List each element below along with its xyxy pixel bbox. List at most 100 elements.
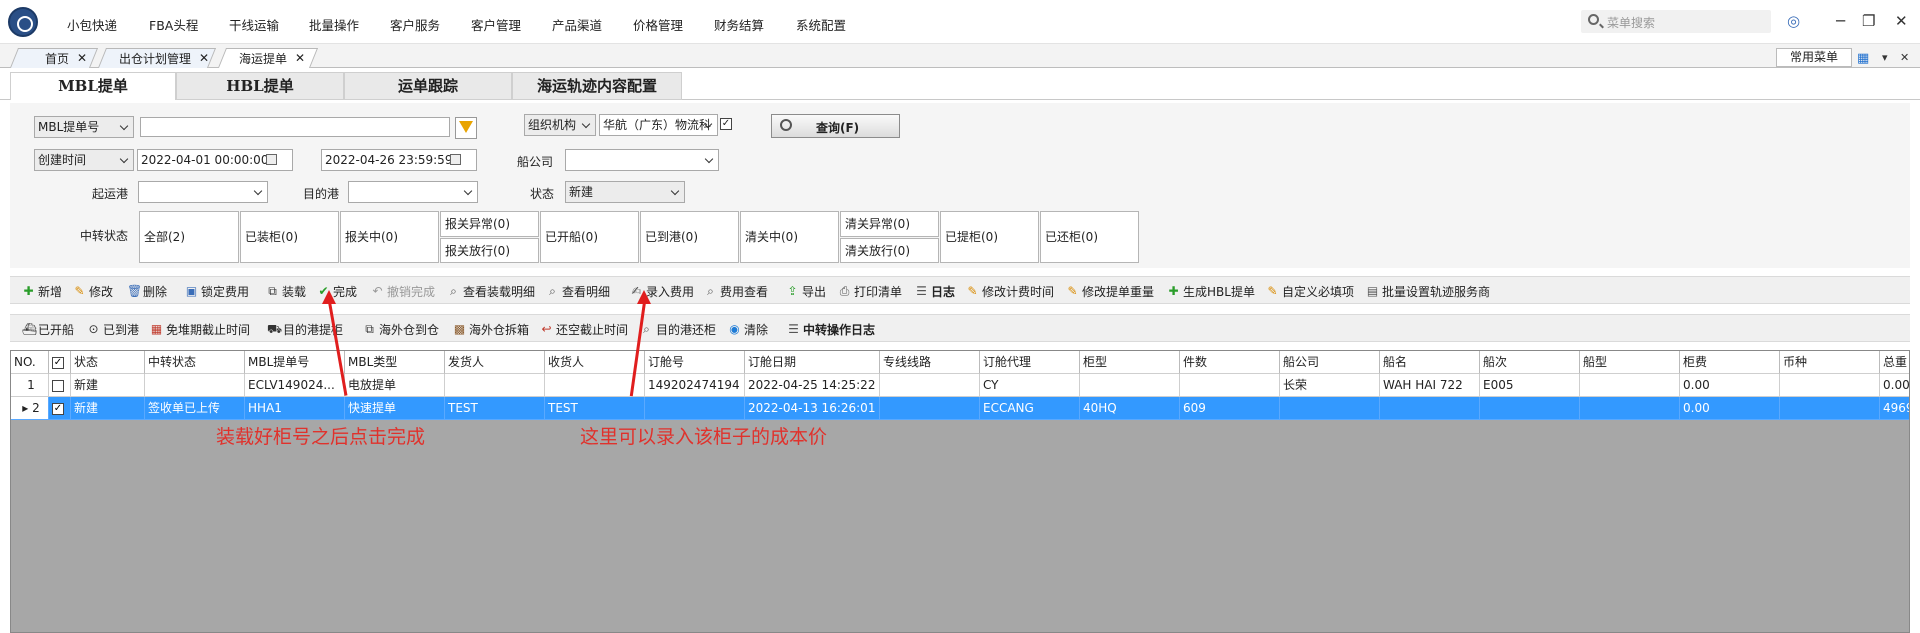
checkbox-icon[interactable] [52, 379, 64, 392]
table-cell[interactable]: 快速提单 [345, 397, 445, 420]
theme-icon[interactable]: ◎ [1787, 12, 1800, 30]
column-header[interactable]: 订舱代理 [980, 351, 1080, 374]
table-cell[interactable] [880, 397, 980, 420]
menu-item[interactable]: 系统配置 [796, 15, 846, 34]
tab-track-config[interactable]: 海运轨迹内容配置 [512, 72, 682, 100]
row-checkbox-cell[interactable]: ✓ [49, 397, 71, 420]
toolbar-button-0[interactable]: ⛴ 已开船 [22, 321, 74, 338]
date-type-select[interactable]: 创建时间 [34, 149, 134, 171]
doc-tab-plan[interactable]: 出仓计划管理 ✕ [97, 48, 217, 68]
table-cell[interactable] [1480, 397, 1580, 420]
table-cell[interactable]: HHA1 [245, 397, 345, 420]
toolbar-button-3[interactable]: ▣ 锁定费用 [185, 283, 249, 300]
column-header[interactable]: 币种 [1780, 351, 1880, 374]
column-header[interactable]: MBL类型 [345, 351, 445, 374]
transfer-filter-declaring[interactable]: 报关中(0) [340, 211, 439, 263]
table-cell[interactable]: TEST [445, 397, 545, 420]
toolbar-button-12[interactable]: ⎙ 打印清单 [838, 283, 902, 300]
toolbar-button-4[interactable]: ⧉ 海外仓到仓 [363, 321, 439, 338]
menu-item[interactable]: 批量操作 [309, 15, 359, 34]
table-row[interactable]: 1 新建 ECLV149024... 电放提单 149202474194 2022-04-… [11, 374, 1909, 397]
transfer-filter-sailed[interactable]: 已开船(0) [540, 211, 639, 263]
table-cell[interactable]: 新建 [71, 397, 145, 420]
transfer-filter-clear-exception[interactable]: 清关异常(0) [840, 211, 939, 237]
table-cell[interactable] [1780, 397, 1880, 420]
org-value-select[interactable]: 华航（广东）物流科 [599, 114, 718, 136]
table-cell[interactable]: WAH HAI 722 [1380, 374, 1480, 397]
table-cell[interactable]: E005 [1480, 374, 1580, 397]
column-header[interactable]: NO. [11, 351, 49, 374]
doc-tab-ocean-bl[interactable]: 海运提单 ✕ [217, 48, 319, 68]
column-header[interactable]: 船公司 [1280, 351, 1380, 374]
doc-tab-home[interactable]: 首页 ✕ [9, 48, 99, 68]
pol-select[interactable] [138, 181, 268, 203]
table-cell[interactable]: 长荣 [1280, 374, 1380, 397]
toolbar-button-13[interactable]: ☰ 日志 [915, 283, 955, 300]
menu-item[interactable]: FBA头程 [149, 15, 198, 34]
toolbar-button-10[interactable]: ⌕ 费用查看 [704, 283, 768, 300]
column-header[interactable]: MBL提单号 [245, 351, 345, 374]
checkbox-icon[interactable]: ✓ [52, 356, 64, 369]
restore-icon[interactable]: ❐ [1862, 12, 1875, 30]
select-all-checkbox[interactable]: ✓ [49, 351, 71, 374]
column-header[interactable]: 发货人 [445, 351, 545, 374]
table-row[interactable]: ▸ 2 ✓ 新建 签收单已上传 HHA1 快速提单 TEST TEST 2022-04-13 1… [11, 397, 1909, 420]
close-all-icon[interactable]: ✕ [1900, 51, 1909, 64]
table-cell[interactable] [1780, 374, 1880, 397]
close-icon[interactable]: ✕ [1895, 12, 1908, 30]
table-cell[interactable]: 609 [1180, 397, 1280, 420]
table-cell[interactable] [1180, 374, 1280, 397]
grid-view-icon[interactable]: ▦ [1857, 51, 1869, 66]
table-cell[interactable] [445, 374, 545, 397]
query-button[interactable]: 查询(F) [771, 114, 900, 138]
tab-close-icon[interactable]: ✕ [77, 51, 87, 65]
transfer-filter-arrived[interactable]: 已到港(0) [640, 211, 739, 263]
carrier-select[interactable] [565, 149, 719, 171]
table-cell[interactable]: ECCANG [980, 397, 1080, 420]
table-cell[interactable]: TEST [545, 397, 645, 420]
transfer-filter-all[interactable]: 全部(2) [139, 211, 239, 263]
menu-item[interactable]: 干线运输 [229, 15, 279, 34]
row-checkbox-cell[interactable] [49, 374, 71, 397]
table-cell[interactable]: 0.000 [1880, 374, 1909, 397]
menu-item[interactable]: 财务结算 [714, 15, 764, 34]
toolbar-button-16[interactable]: ✚ 生成HBL提单 [1167, 283, 1254, 300]
menu-item[interactable]: 产品渠道 [552, 15, 602, 34]
toolbar-button-2[interactable]: 🗑 删除 [127, 283, 167, 300]
menu-item[interactable]: 小包快递 [67, 15, 117, 34]
transfer-filter-loaded[interactable]: 已装柜(0) [240, 211, 339, 263]
toolbar-button-15[interactable]: ✎ 修改提单重量 [1066, 283, 1154, 300]
toolbar-button-1[interactable]: ✎ 修改 [73, 283, 113, 300]
field-select[interactable]: MBL提单号 [34, 116, 134, 138]
column-header[interactable]: 件数 [1180, 351, 1280, 374]
table-cell[interactable] [145, 374, 245, 397]
toolbar-button-1[interactable]: ⊙ 已到港 [87, 321, 139, 338]
table-cell[interactable] [645, 397, 745, 420]
table-cell[interactable]: 40HQ [1080, 397, 1180, 420]
toolbar-button-5[interactable]: ▩ 海外仓拆箱 [453, 321, 529, 338]
menu-item[interactable]: 客户服务 [390, 15, 440, 34]
pod-select[interactable] [348, 181, 478, 203]
status-select[interactable]: 新建 [565, 181, 685, 203]
toolbar-button-11[interactable]: ⇪ 导出 [786, 283, 826, 300]
toolbar-button-18[interactable]: ▤ 批量设置轨迹服务商 [1366, 283, 1490, 300]
calendar-icon[interactable] [450, 154, 461, 165]
table-cell[interactable]: 2022-04-13 16:26:01 [745, 397, 880, 420]
table-cell[interactable]: 0.00 [1680, 397, 1780, 420]
table-cell[interactable]: 4969 [1880, 397, 1909, 420]
filter-icon[interactable] [455, 117, 477, 139]
column-header[interactable]: 状态 [71, 351, 145, 374]
table-cell[interactable]: 149202474194 [645, 374, 745, 397]
column-header[interactable]: 订舱号 [645, 351, 745, 374]
column-header[interactable]: 中转状态 [145, 351, 245, 374]
table-cell[interactable]: 2022-04-25 14:25:22 [745, 374, 880, 397]
tab-hbl[interactable]: HBL提单 [176, 72, 344, 100]
table-cell[interactable] [880, 374, 980, 397]
column-header[interactable]: 订舱日期 [745, 351, 880, 374]
column-header[interactable]: 收货人 [545, 351, 645, 374]
table-cell[interactable]: 签收单已上传 [145, 397, 245, 420]
search-value-input[interactable] [140, 117, 450, 137]
minimize-icon[interactable]: ─ [1836, 12, 1845, 30]
tab-close-icon[interactable]: ✕ [295, 51, 305, 65]
toolbar-button-14[interactable]: ✎ 修改计费时间 [966, 283, 1054, 300]
